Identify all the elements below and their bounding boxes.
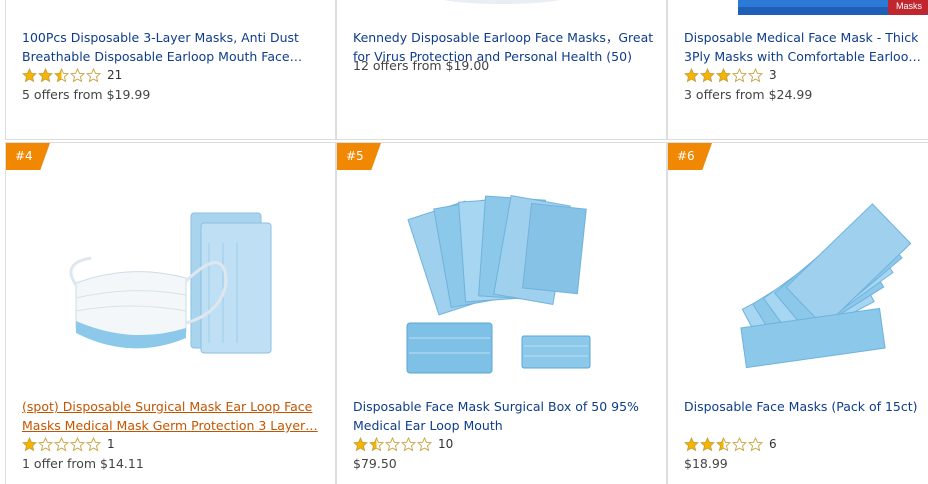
star-icon [700, 436, 715, 451]
star-icon [38, 67, 53, 82]
price[interactable]: $18.99 [684, 456, 728, 471]
rating-row[interactable]: 3 [684, 67, 777, 83]
offers-link[interactable]: 3 offers from $24.99 [684, 87, 812, 102]
product-card-top-1[interactable]: 100Pcs Disposable 3-Layer Masks, Anti Du… [5, 0, 336, 140]
star-icon [684, 67, 699, 82]
product-card-top-3[interactable]: Masks Disposable Medical Face Mask - Thi… [667, 0, 928, 140]
star-icon [732, 436, 747, 451]
rating-row[interactable]: 10 [353, 436, 453, 452]
star-icon [54, 436, 69, 451]
star-icon [716, 436, 731, 451]
star-icon [385, 436, 400, 451]
box-badge: Masks [896, 1, 923, 11]
star-rating[interactable] [684, 436, 763, 452]
product-title[interactable]: Disposable Medical Face Mask - Thick 3Pl… [684, 28, 926, 66]
product-grid: 100Pcs Disposable 3-Layer Masks, Anti Du… [0, 0, 928, 484]
product-card-top-2[interactable]: Kennedy Disposable Earloop Face Masks，Gr… [336, 0, 667, 140]
star-rating[interactable] [22, 67, 101, 83]
review-count[interactable]: 21 [107, 68, 122, 82]
star-icon [684, 436, 699, 451]
product-image[interactable] [397, 188, 607, 388]
review-count[interactable]: 6 [769, 437, 777, 451]
product-image[interactable] [728, 188, 928, 388]
product-card-5[interactable]: #5 Disposable Face Mask Surgical Box of … [336, 142, 667, 484]
rank-badge: #5 [337, 143, 381, 170]
product-title[interactable]: Disposable Face Masks (Pack of 15ct) [684, 397, 926, 416]
star-icon [732, 67, 747, 82]
product-image[interactable] [61, 203, 291, 378]
product-image[interactable] [417, 0, 587, 13]
star-icon [70, 436, 85, 451]
star-icon [748, 67, 763, 82]
star-icon [748, 436, 763, 451]
rating-row[interactable]: 1 [22, 436, 115, 452]
star-icon [86, 67, 101, 82]
offers-link[interactable]: 5 offers from $19.99 [22, 87, 150, 102]
rank-badge: #6 [668, 143, 712, 170]
star-icon [401, 436, 416, 451]
star-icon [417, 436, 432, 451]
product-image[interactable]: Masks [738, 0, 928, 17]
rank-badge: #4 [6, 143, 50, 170]
product-card-6[interactable]: #6 Disposable Face Masks (Pack of 15ct) … [667, 142, 928, 484]
star-rating[interactable] [684, 67, 763, 83]
offers-link[interactable]: 1 offer from $14.11 [22, 456, 144, 471]
star-icon [54, 67, 69, 82]
star-icon [70, 67, 85, 82]
star-icon [369, 436, 384, 451]
star-icon [700, 67, 715, 82]
star-icon [86, 436, 101, 451]
offers-link[interactable]: 12 offers from $19.00 [353, 58, 489, 73]
product-title[interactable]: 100Pcs Disposable 3-Layer Masks, Anti Du… [22, 28, 325, 66]
star-icon [353, 436, 368, 451]
review-count[interactable]: 10 [438, 437, 453, 451]
review-count[interactable]: 3 [769, 68, 777, 82]
product-card-4[interactable]: #4 (spot) Disposable Surgical Mask Ear L… [5, 142, 336, 484]
review-count[interactable]: 1 [107, 437, 115, 451]
star-rating[interactable] [22, 436, 101, 452]
star-icon [22, 67, 37, 82]
rating-row[interactable]: 21 [22, 67, 122, 83]
rating-row[interactable]: 6 [684, 436, 777, 452]
star-icon [38, 436, 53, 451]
star-icon [716, 67, 731, 82]
price[interactable]: $79.50 [353, 456, 397, 471]
product-title[interactable]: (spot) Disposable Surgical Mask Ear Loop… [22, 397, 325, 435]
product-title[interactable]: Disposable Face Mask Surgical Box of 50 … [353, 397, 656, 435]
star-rating[interactable] [353, 436, 432, 452]
star-icon [22, 436, 37, 451]
